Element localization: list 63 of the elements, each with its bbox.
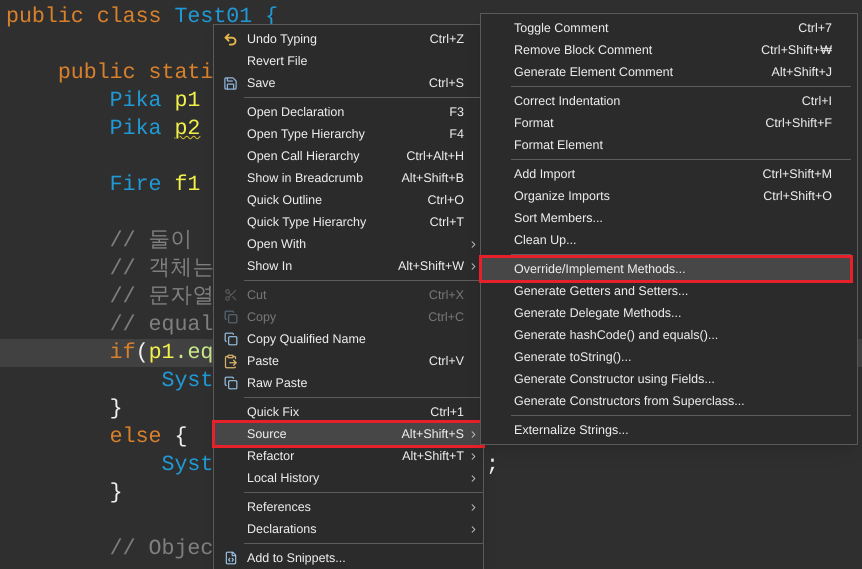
save-icon xyxy=(223,76,238,90)
menu-item[interactable]: Quick Fix Ctrl+1 xyxy=(214,401,483,423)
code-line: // equal xyxy=(108,312,214,339)
code-line: // 둘이 xyxy=(108,228,193,255)
menu-item[interactable]: Toggle Comment Ctrl+7 xyxy=(481,17,851,39)
menu-item[interactable]: Open Declaration F3 xyxy=(214,101,483,123)
menu-item[interactable]: Generate Constructor using Fields... xyxy=(481,368,851,390)
copy-icon xyxy=(224,376,238,390)
copy-icon xyxy=(224,332,238,346)
menu-item[interactable]: Organize Imports Ctrl+Shift+O xyxy=(481,185,851,207)
menu-item[interactable]: Show In Alt+Shift+W xyxy=(214,255,483,277)
menu-item[interactable]: Clean Up... xyxy=(481,229,851,251)
code-line: if(p1.eq xyxy=(108,340,214,367)
copy-icon xyxy=(224,310,238,324)
menu-item[interactable]: References xyxy=(214,496,483,518)
code-line: } xyxy=(108,396,123,423)
menu-item[interactable]: Generate Constructors from Superclass... xyxy=(481,390,851,412)
menu-item[interactable]: Source Alt+Shift+S xyxy=(214,423,483,445)
code-line: // 객체는 xyxy=(108,256,215,283)
code-line: Syst xyxy=(160,452,214,479)
menu-item[interactable]: Format Element xyxy=(481,134,851,156)
menu-item[interactable]: Generate Element Comment Alt+Shift+J xyxy=(481,61,851,83)
menu-item[interactable]: Save Ctrl+S xyxy=(214,72,483,94)
undo-icon xyxy=(223,32,238,46)
menu-item[interactable]: Paste Ctrl+V xyxy=(214,350,483,372)
snippet-icon xyxy=(224,551,238,565)
menu-item[interactable]: Quick Type Hierarchy Ctrl+T xyxy=(214,211,483,233)
menu-item[interactable]: Add Import Ctrl+Shift+M xyxy=(481,163,851,185)
menu-item[interactable]: Raw Paste xyxy=(214,372,483,394)
clipboard-icon xyxy=(223,354,238,368)
code-line: else { xyxy=(108,424,188,451)
menu-item[interactable]: Correct Indentation Ctrl+I xyxy=(481,90,851,112)
menu-item[interactable]: Open Call Hierarchy Ctrl+Alt+H xyxy=(214,145,483,167)
code-line: Fire f1 xyxy=(108,172,200,199)
scissors-icon xyxy=(224,288,238,302)
code-line: Syst xyxy=(160,368,214,395)
code-line: // 문자열 xyxy=(108,284,215,311)
menu-item[interactable]: Show in Breadcrumb Alt+Shift+B xyxy=(214,167,483,189)
menu-item[interactable]: Override/Implement Methods... xyxy=(481,258,851,280)
menu-item[interactable]: Generate Delegate Methods... xyxy=(481,302,851,324)
menu-item[interactable]: Undo Typing Ctrl+Z xyxy=(214,28,483,50)
menu-item[interactable]: Add to Snippets... xyxy=(214,547,483,569)
code-line: Pika p2 xyxy=(108,116,200,143)
code-text: ; xyxy=(486,452,499,479)
code-line: public stati xyxy=(56,60,214,87)
menu-item[interactable]: Sort Members... xyxy=(481,207,851,229)
menu-item[interactable]: Open With xyxy=(214,233,483,255)
menu-item[interactable]: Generate toString()... xyxy=(481,346,851,368)
menu-item[interactable]: Declarations xyxy=(214,518,483,540)
menu-item[interactable]: Refactor Alt+Shift+T xyxy=(214,445,483,467)
menu-item[interactable]: Remove Block Comment Ctrl+Shift+₩ xyxy=(481,39,851,61)
code-line: } xyxy=(108,480,123,507)
menu-item[interactable]: Quick Outline Ctrl+O xyxy=(214,189,483,211)
menu-item[interactable]: Revert File xyxy=(214,50,483,72)
menu-item[interactable]: Format Ctrl+Shift+F xyxy=(481,112,851,134)
menu-item[interactable]: Externalize Strings... xyxy=(481,419,851,441)
menu-item[interactable]: Generate Getters and Setters... xyxy=(481,280,851,302)
menu-item[interactable]: Local History xyxy=(214,467,483,489)
code-line: // Objec xyxy=(108,536,214,563)
menu-item[interactable]: Open Type Hierarchy F4 xyxy=(214,123,483,145)
menu-item[interactable]: Generate hashCode() and equals()... xyxy=(481,324,851,346)
code-line: Pika p1 xyxy=(108,88,200,115)
menu-item[interactable]: Copy Qualified Name xyxy=(214,328,483,350)
